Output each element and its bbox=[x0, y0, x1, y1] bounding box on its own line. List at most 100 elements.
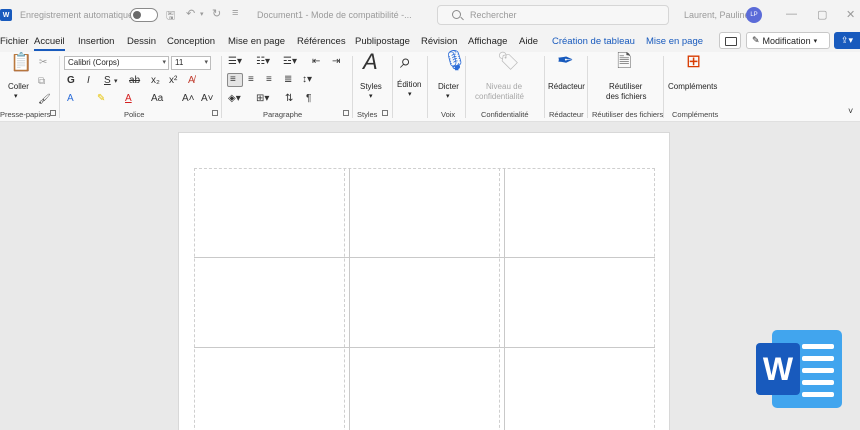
styles-launcher-icon[interactable] bbox=[382, 110, 388, 116]
editing-label[interactable]: Édition bbox=[397, 80, 421, 90]
styles-icon[interactable]: A bbox=[363, 51, 378, 73]
undo-dropdown-icon[interactable]: ▾ bbox=[200, 10, 204, 18]
bold-icon[interactable]: G bbox=[67, 75, 75, 87]
comments-button[interactable] bbox=[719, 32, 741, 49]
redo-icon[interactable]: ↻ bbox=[212, 7, 221, 20]
tab-table-layout[interactable]: Mise en page bbox=[646, 36, 703, 47]
editor-icon[interactable]: ✒ bbox=[557, 51, 574, 71]
tab-publipostage[interactable]: Publipostage bbox=[355, 36, 410, 47]
multilevel-list-icon[interactable]: ☲▾ bbox=[283, 56, 297, 68]
align-left-icon[interactable]: ≡ bbox=[230, 74, 236, 86]
save-icon[interactable]: 🖫 bbox=[166, 7, 175, 26]
customize-toolbar-icon[interactable]: ≡ bbox=[232, 7, 238, 19]
undo-icon[interactable]: ↶ bbox=[186, 7, 195, 20]
clear-formatting-icon[interactable]: A̸ bbox=[188, 75, 195, 87]
bullets-icon[interactable]: ☰▾ bbox=[228, 56, 242, 68]
row-border bbox=[194, 257, 655, 258]
shrink-font-icon[interactable]: A˅ bbox=[201, 93, 214, 105]
superscript-icon[interactable]: x² bbox=[169, 75, 177, 87]
tab-conception[interactable]: Conception bbox=[167, 36, 215, 47]
autosave-toggle[interactable] bbox=[130, 8, 158, 22]
tab-accueil[interactable]: Accueil bbox=[34, 36, 65, 51]
increase-indent-icon[interactable]: ⇥ bbox=[332, 56, 340, 68]
tab-creation-tableau[interactable]: Création de tableau bbox=[552, 36, 635, 47]
numbering-icon[interactable]: ☷▾ bbox=[256, 56, 270, 68]
grow-font-icon[interactable]: A˄ bbox=[182, 93, 195, 105]
font-size-value: 11 bbox=[175, 58, 184, 67]
align-right-icon[interactable]: ≡ bbox=[266, 74, 272, 86]
styles-dropdown-icon[interactable]: ▾ bbox=[369, 92, 373, 102]
logo-line bbox=[802, 344, 834, 349]
search-box[interactable]: Rechercher bbox=[437, 5, 669, 25]
paste-label[interactable]: Coller bbox=[8, 82, 29, 92]
addins-label[interactable]: Compléments bbox=[668, 82, 717, 92]
tab-affichage[interactable]: Affichage bbox=[468, 36, 507, 47]
table-top-gridline bbox=[194, 168, 655, 169]
addins-icon[interactable]: ⊞ bbox=[686, 52, 701, 70]
strikethrough-icon[interactable]: ab bbox=[129, 75, 140, 87]
logo-line bbox=[802, 356, 834, 361]
tab-dessin[interactable]: Dessin bbox=[127, 36, 156, 47]
underline-dropdown-icon[interactable]: ▾ bbox=[114, 76, 118, 88]
styles-label[interactable]: Styles bbox=[360, 82, 382, 92]
change-case-label[interactable]: Aa bbox=[151, 93, 163, 105]
justify-icon[interactable]: ≣ bbox=[284, 74, 292, 86]
table-3x3[interactable] bbox=[194, 168, 655, 430]
tab-mise-en-page[interactable]: Mise en page bbox=[228, 36, 285, 47]
borders-icon[interactable]: ⊞▾ bbox=[256, 93, 269, 105]
underline-icon[interactable]: S bbox=[104, 75, 111, 87]
italic-icon[interactable]: I bbox=[87, 75, 90, 87]
dictate-dropdown-icon[interactable]: ▾ bbox=[446, 92, 450, 102]
text-effects-icon[interactable]: A bbox=[67, 93, 74, 105]
editor-label[interactable]: Rédacteur bbox=[548, 82, 585, 92]
reuse-label-2[interactable]: des fichiers bbox=[606, 92, 646, 102]
dictate-label[interactable]: Dicter bbox=[438, 82, 459, 92]
highlight-icon[interactable]: ✎ bbox=[97, 93, 105, 105]
tab-insertion[interactable]: Insertion bbox=[78, 36, 114, 47]
editing-mode-button[interactable]: ✎ Modification ▾ bbox=[746, 32, 830, 49]
maximize-icon[interactable]: ▢ bbox=[817, 8, 827, 21]
font-size-combo[interactable]: 11 ▾ bbox=[171, 56, 211, 70]
paste-icon[interactable]: 📋 bbox=[10, 53, 32, 71]
tab-fichier[interactable]: Fichier bbox=[0, 36, 29, 47]
reuse-label-1[interactable]: Réutiliser bbox=[609, 82, 642, 92]
editing-search-icon[interactable]: ⌕ bbox=[400, 52, 411, 72]
word-app-icon: W bbox=[0, 9, 12, 21]
decrease-indent-icon[interactable]: ⇤ bbox=[312, 56, 320, 68]
autosave-label: Enregistrement automatique bbox=[20, 10, 134, 20]
sort-icon[interactable]: ⇅ bbox=[285, 93, 293, 105]
editing-mode-label: Modification bbox=[762, 35, 811, 46]
format-painter-icon[interactable]: 🖌 bbox=[38, 94, 51, 106]
logo-line bbox=[802, 380, 834, 385]
show-marks-icon[interactable]: ¶ bbox=[306, 93, 311, 105]
minimize-icon[interactable]: — bbox=[786, 8, 797, 20]
tab-aide[interactable]: Aide bbox=[519, 36, 538, 47]
user-name[interactable]: Laurent, Pauline bbox=[684, 10, 750, 20]
line-spacing-icon[interactable]: ↕▾ bbox=[302, 74, 312, 86]
avatar[interactable]: LP bbox=[746, 7, 762, 23]
clipboard-launcher-icon[interactable] bbox=[50, 110, 56, 116]
align-center-icon[interactable]: ≡ bbox=[248, 74, 254, 86]
copy-icon[interactable]: ⧉ bbox=[38, 76, 45, 88]
collapse-ribbon-icon[interactable]: ˅ bbox=[848, 105, 853, 117]
chevron-down-icon: ▾ bbox=[813, 37, 818, 45]
font-name-combo[interactable]: Calibri (Corps) ▾ bbox=[64, 56, 169, 70]
clipboard-group-label: Presse-papiers bbox=[0, 110, 51, 119]
close-icon[interactable]: ✕ bbox=[846, 8, 855, 21]
editing-dropdown-icon[interactable]: ▾ bbox=[408, 90, 412, 100]
subscript-icon[interactable]: x₂ bbox=[151, 75, 160, 87]
microphone-icon[interactable]: 🎙 bbox=[442, 51, 467, 71]
share-button[interactable]: ⇪▾ bbox=[834, 32, 860, 49]
tab-references[interactable]: Références bbox=[297, 36, 346, 47]
reuse-files-icon[interactable]: 🗎 bbox=[617, 52, 631, 70]
cut-icon[interactable]: ✂ bbox=[39, 57, 47, 69]
paragraph-launcher-icon[interactable] bbox=[343, 110, 349, 116]
ribbon: 📋 Coller ▾ ✂ ⧉ 🖌 Presse-papiers Calibri … bbox=[0, 51, 860, 122]
paste-dropdown-icon[interactable]: ▾ bbox=[14, 92, 18, 102]
font-launcher-icon[interactable] bbox=[212, 110, 218, 116]
tab-revision[interactable]: Révision bbox=[421, 36, 457, 47]
document-canvas[interactable] bbox=[0, 122, 860, 430]
font-color-icon[interactable]: A bbox=[125, 93, 132, 105]
document-page[interactable] bbox=[178, 132, 670, 430]
shading-icon[interactable]: ◈▾ bbox=[228, 93, 241, 105]
